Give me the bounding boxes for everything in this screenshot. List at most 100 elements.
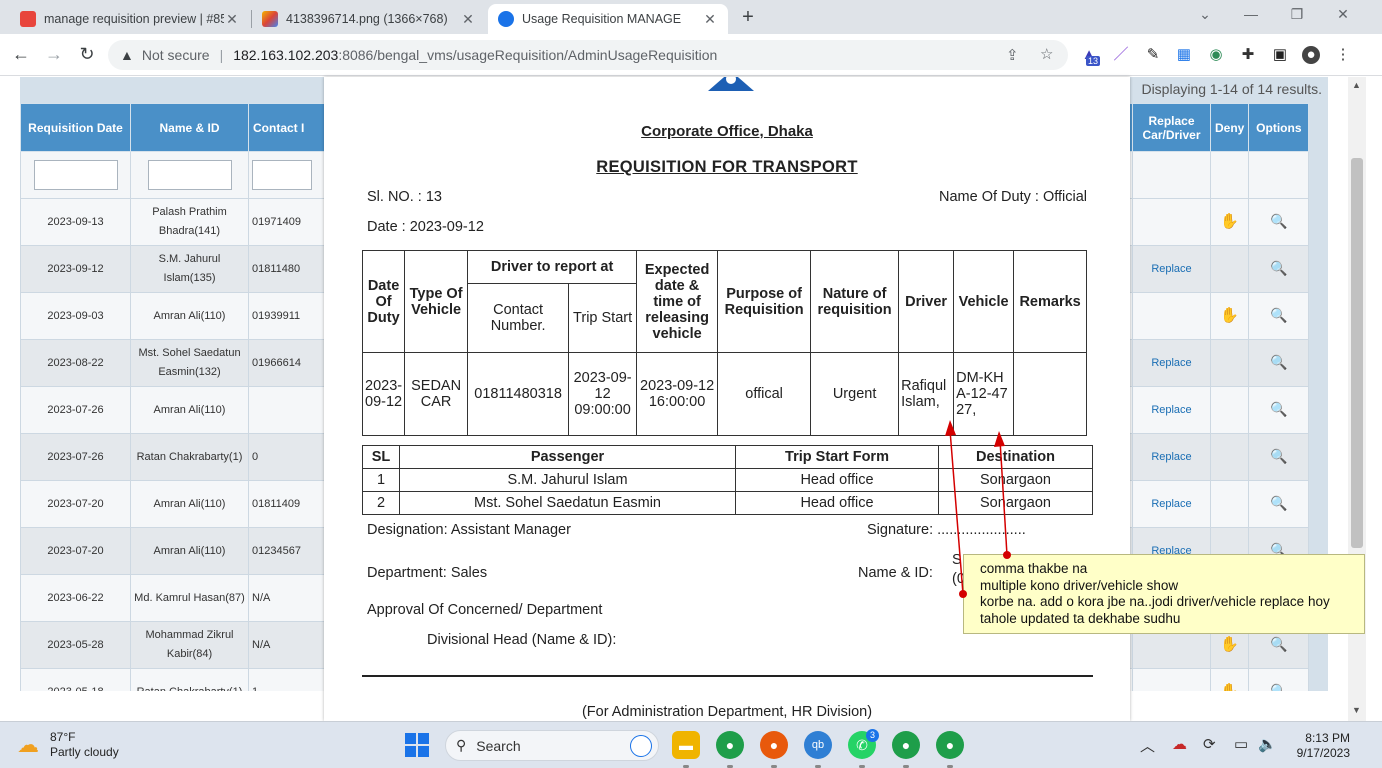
taskbar-search[interactable]: ⚲ Search [445, 730, 659, 761]
speaker-icon[interactable]: 🔈 [1258, 735, 1277, 753]
tab-usage-requisition[interactable]: Usage Requisition MANAGE ✕ [488, 4, 728, 34]
start-button[interactable] [405, 733, 429, 757]
share-icon[interactable]: ⇪ [1006, 46, 1019, 64]
sync-icon[interactable]: ⟳ [1203, 735, 1216, 753]
avatar[interactable]: ● [1302, 46, 1320, 64]
cell-requisition-date: 2023-07-20 [20, 480, 131, 528]
tab-manage-requisition[interactable]: manage requisition preview | #85 ✕ [10, 4, 250, 34]
view-magnifier-icon[interactable]: 🔍 [1270, 401, 1287, 417]
chrome-profile-icon[interactable]: ● [892, 731, 920, 759]
view-magnifier-icon[interactable]: 🔍 [1270, 260, 1287, 276]
qbittorrent-icon[interactable]: qb [804, 731, 832, 759]
cell-deny [1209, 480, 1250, 528]
cell-remarks [1013, 352, 1088, 436]
new-tab-button[interactable]: + [736, 6, 760, 29]
eyedropper-icon[interactable]: ✎ [1144, 46, 1162, 64]
view-magnifier-icon[interactable]: 🔍 [1270, 495, 1287, 511]
cell-deny: ✋ [1209, 198, 1250, 246]
approval-label: Approval Of Concerned/ Department [367, 602, 603, 618]
results-summary: Displaying 1-14 of 14 results. [1141, 81, 1322, 97]
extension-pen-icon[interactable]: ／ [1112, 46, 1130, 64]
scroll-down-icon[interactable]: ▼ [1352, 705, 1361, 715]
th-vehicle: Vehicle [953, 250, 1015, 353]
date-filter-input[interactable] [33, 160, 118, 190]
deny-hand-icon[interactable]: ✋ [1220, 213, 1239, 230]
view-magnifier-icon[interactable]: 🔍 [1270, 636, 1287, 652]
scroll-up-icon[interactable]: ▲ [1352, 80, 1361, 90]
passenger-row: 1 S.M. Jahurul Islam Head office Sonarga… [362, 468, 1093, 492]
view-magnifier-icon[interactable]: 🔍 [1270, 354, 1287, 370]
bing-icon[interactable] [630, 734, 652, 757]
close-icon[interactable]: ✕ [460, 11, 476, 28]
close-icon[interactable]: ✕ [224, 11, 240, 28]
col-name-id[interactable]: Name & ID [130, 103, 249, 152]
search-icon: ⚲ [456, 737, 467, 753]
designation: Designation: Assistant Manager [367, 522, 571, 538]
system-clock[interactable]: 8:13 PM 9/17/2023 [1290, 731, 1350, 761]
cell-name-id: Amran Ali(110) [130, 292, 249, 340]
cell-options: 🔍 [1248, 245, 1310, 293]
file-explorer-icon[interactable]: ▬ [672, 731, 700, 759]
deny-hand-icon[interactable]: ✋ [1220, 636, 1239, 653]
display-icon[interactable]: ▭ [1234, 735, 1248, 753]
col-options[interactable]: Options [1248, 103, 1310, 152]
view-magnifier-icon[interactable]: 🔍 [1270, 448, 1287, 464]
cell-name-id: Amran Ali(110) [130, 480, 249, 528]
cell-replace: Replace [1132, 339, 1211, 387]
contact-filter-input[interactable] [252, 160, 312, 190]
replace-link[interactable]: Replace [1151, 451, 1191, 463]
firefox-icon[interactable]: ● [760, 731, 788, 759]
close-icon[interactable]: ✕ [702, 11, 718, 28]
menu-kebab-icon[interactable]: ⋮ [1334, 46, 1352, 64]
cell-options: 🔍 [1248, 480, 1310, 528]
replace-link[interactable]: Replace [1151, 498, 1191, 510]
forward-arrow-icon[interactable]: → [43, 44, 65, 65]
chrome-icon[interactable]: ● [716, 731, 744, 759]
warning-icon[interactable]: ▲ [120, 47, 134, 63]
tab-title: Usage Requisition MANAGE [522, 12, 682, 26]
puzzle-icon[interactable]: ✚ [1239, 46, 1257, 64]
not-secure-label[interactable]: Not secure [142, 47, 210, 63]
site-favicon-icon [20, 11, 36, 27]
network-alert-icon[interactable]: ☁ [1172, 735, 1187, 753]
tab-search-chevron-icon[interactable]: ⌄ [1190, 6, 1220, 23]
bookmark-star-icon[interactable]: ☆ [1040, 45, 1053, 63]
view-magnifier-icon[interactable]: 🔍 [1270, 213, 1287, 229]
divider: | [219, 47, 224, 63]
replace-link[interactable]: Replace [1151, 357, 1191, 369]
passenger-name: Mst. Sohel Saedatun Easmin [399, 491, 736, 515]
cell-options: 🔍 [1248, 433, 1310, 481]
globe-icon[interactable]: ◉ [1207, 46, 1225, 64]
sidepanel-icon[interactable]: ▣ [1271, 46, 1289, 64]
partly-cloudy-icon: ☁ [17, 732, 39, 757]
name-id-value-partial: S [952, 552, 962, 568]
replace-link[interactable]: Replace [1151, 404, 1191, 416]
tab-title: manage requisition preview | #85 [44, 12, 224, 26]
deny-hand-icon[interactable]: ✋ [1220, 683, 1239, 692]
deny-hand-icon[interactable]: ✋ [1220, 307, 1239, 324]
view-magnifier-icon[interactable]: 🔍 [1270, 307, 1287, 323]
chevron-up-icon[interactable]: ︿ [1140, 735, 1155, 756]
col-replace[interactable]: Replace Car/Driver [1132, 103, 1211, 152]
back-arrow-icon[interactable]: ← [10, 44, 32, 65]
address-bar[interactable]: ▲ Not secure | 182.163.102.203:8086/beng… [108, 40, 1068, 70]
name-filter-input[interactable] [147, 160, 232, 190]
reload-icon[interactable]: ↻ [76, 44, 98, 65]
browser-toolbar: ← → ↻ ▲ Not secure | 182.163.102.203:808… [0, 34, 1382, 76]
col-requisition-date[interactable]: Requisition Date [20, 103, 131, 152]
weather-widget[interactable]: ☁ 87°F Partly cloudy [14, 730, 119, 760]
window-close-icon[interactable]: ✕ [1328, 6, 1358, 23]
scrollbar-thumb[interactable] [1351, 158, 1363, 548]
cell-options: 🔍 [1248, 292, 1310, 340]
col-deny[interactable]: Deny [1209, 103, 1250, 152]
minimize-icon[interactable]: — [1236, 6, 1266, 22]
cell-options: 🔍 [1248, 198, 1310, 246]
restore-icon[interactable]: ❐ [1282, 6, 1312, 23]
tab-image[interactable]: 4138396714.png (1366×768) ✕ [252, 4, 486, 34]
view-magnifier-icon[interactable]: 🔍 [1270, 683, 1287, 692]
th-destination: Destination [938, 445, 1093, 469]
chrome-profile-2-icon[interactable]: ● [936, 731, 964, 759]
windows-taskbar: ☁ 87°F Partly cloudy ⚲ Search ▬ ● ● qb ✆… [0, 721, 1382, 768]
replace-link[interactable]: Replace [1151, 263, 1191, 275]
calendar-icon[interactable]: ▦ [1175, 46, 1193, 64]
